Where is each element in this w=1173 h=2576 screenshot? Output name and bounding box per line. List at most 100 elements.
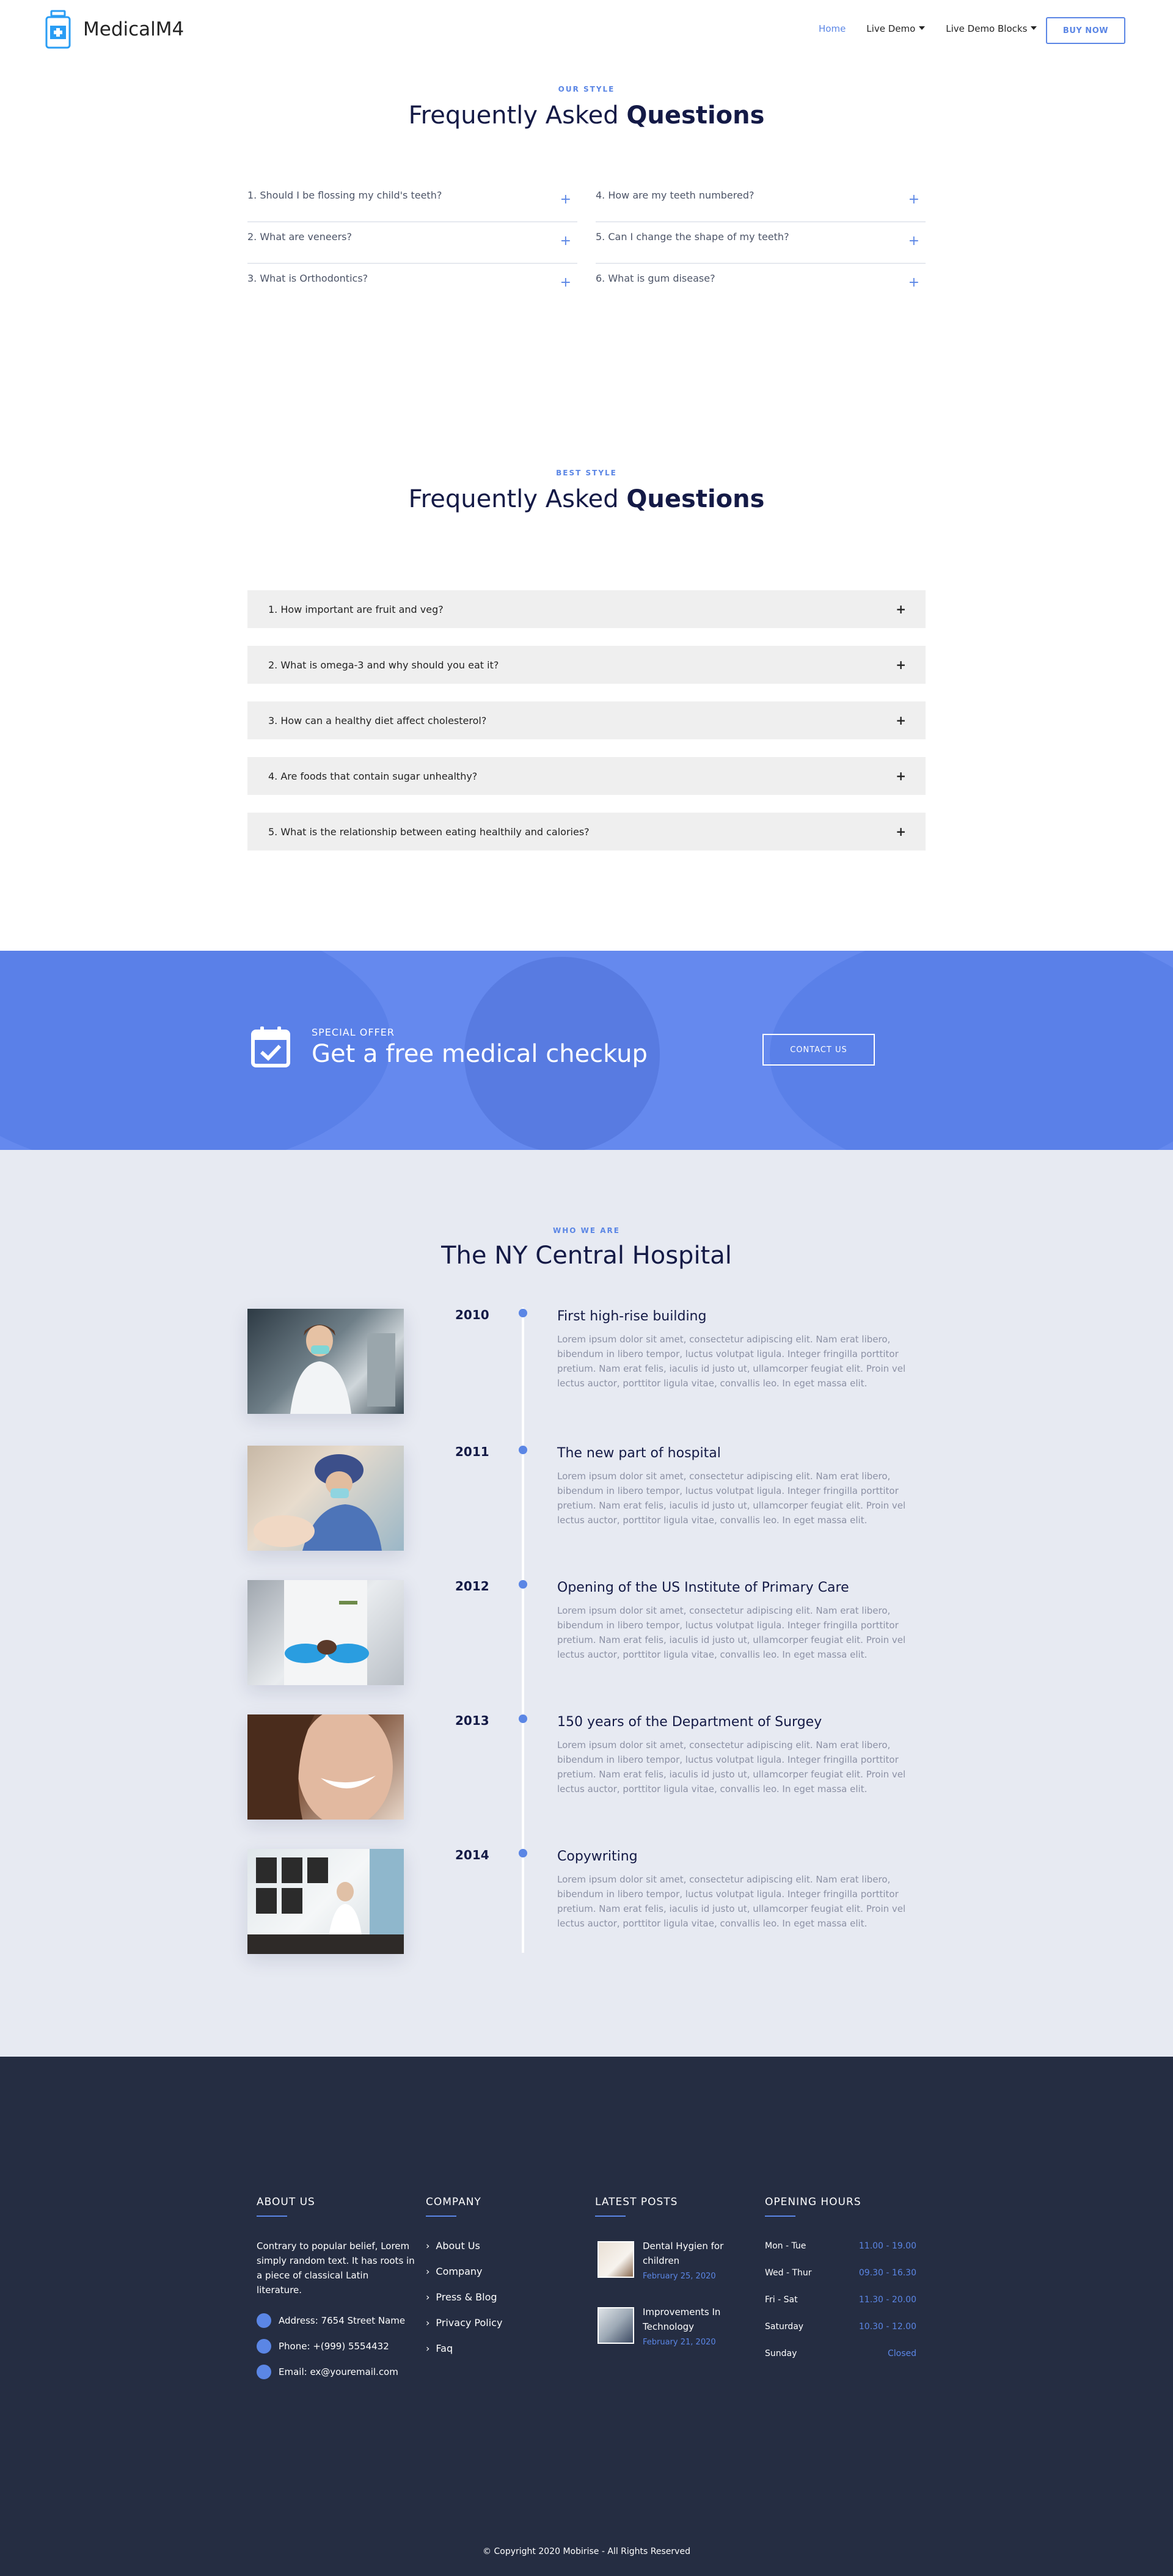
timeline-heading: Opening of the US Institute of Primary C… (557, 1580, 849, 1595)
plus-icon[interactable]: + (896, 657, 906, 672)
faq2-title-bold: Questions (626, 485, 765, 513)
faq1-right-column: 4. How are my teeth numbered? + 5. Can I … (596, 181, 926, 306)
accordion-question: 1. How important are fruit and veg? (268, 603, 444, 615)
smiling-woman-photo (247, 1714, 393, 1820)
timeline-year: 2013 (455, 1713, 489, 1728)
heading-underline (765, 2216, 795, 2217)
footer-email[interactable]: Email: ex@youremail.com (279, 2365, 398, 2379)
accordion-item[interactable]: 3. How can a healthy diet affect cholest… (247, 701, 926, 739)
hospital-title: The NY Central Hospital (441, 1242, 732, 1270)
footer-hours-heading: OPENING HOURS (765, 2196, 861, 2208)
timeline-year: 2014 (455, 1848, 489, 1862)
post-thumbnail[interactable] (597, 2241, 634, 2278)
plus-icon[interactable]: + (560, 233, 571, 249)
faq-question: 1. Should I be flossing my child's teeth… (247, 189, 442, 201)
brand-name[interactable]: MedicalM4 (83, 18, 184, 40)
plus-icon[interactable]: + (896, 769, 906, 783)
header: MedicalM4 Home Live Demo Live Demo Block… (0, 0, 1173, 61)
timeline-text: Lorem ipsum dolor sit amet, consectetur … (557, 1334, 906, 1389)
hours-time: 11.00 - 19.00 (858, 2241, 916, 2251)
medicine-bottle-logo-icon[interactable] (43, 10, 73, 50)
buy-now-button[interactable]: BUY NOW (1046, 17, 1125, 44)
hours-time: Closed (887, 2349, 916, 2358)
doctor-office-photo (247, 1849, 404, 1954)
timeline-dot (519, 1714, 527, 1723)
footer-company-heading: COMPANY (426, 2196, 481, 2208)
timeline-text: Lorem ipsum dolor sit amet, consectetur … (557, 1605, 906, 1660)
main-nav: Home Live Demo Live Demo Blocks (819, 23, 1037, 34)
faq-question: 6. What is gum disease? (596, 273, 715, 284)
faq-item[interactable]: 5. Can I change the shape of my teeth? + (596, 222, 926, 264)
footer-link-faq[interactable]: Faq (426, 2343, 453, 2354)
timeline-dot (519, 1309, 527, 1317)
faq-item[interactable]: 2. What are veneers? + (247, 222, 577, 264)
hours-day: Saturday (765, 2322, 804, 2332)
footer-address: Address: 7654 Street Name (279, 2315, 406, 2326)
footer-about-heading: ABOUT US (257, 2196, 315, 2208)
plus-icon[interactable]: + (908, 233, 919, 249)
timeline-text: Lorem ipsum dolor sit amet, consectetur … (557, 1740, 906, 1795)
timeline-year: 2010 (455, 1308, 489, 1322)
faq-item[interactable]: 3. What is Orthodontics? + (247, 264, 577, 306)
contact-us-button[interactable]: CONTACT US (762, 1034, 875, 1066)
footer-link-company[interactable]: Company (426, 2266, 482, 2277)
post-thumbnail[interactable] (597, 2307, 634, 2344)
footer-phone[interactable]: Phone: +(999) 5554432 (279, 2339, 389, 2354)
timeline-dot (519, 1446, 527, 1454)
accordion-item[interactable]: 5. What is the relationship between eati… (247, 813, 926, 851)
doctor-lab-photo (290, 1325, 395, 1414)
offer-title: Get a free medical checkup (312, 1040, 648, 1068)
heading-underline (257, 2216, 287, 2217)
faq-item[interactable]: 1. Should I be flossing my child's teeth… (247, 181, 577, 222)
faq1-title-regular: Frequently Asked (408, 101, 627, 130)
timeline-image (247, 1714, 404, 1820)
plus-icon[interactable]: + (908, 275, 919, 290)
hours-day: Sunday (765, 2349, 797, 2358)
faq-item[interactable]: 6. What is gum disease? + (596, 264, 926, 306)
faq2-title-regular: Frequently Asked (408, 485, 627, 513)
nav-home[interactable]: Home (819, 23, 846, 34)
location-icon (257, 2313, 271, 2328)
accordion-item[interactable]: 2. What is omega-3 and why should you ea… (247, 646, 926, 684)
nav-live-demo[interactable]: Live Demo (866, 23, 925, 34)
hours-time: 09.30 - 16.30 (858, 2268, 916, 2278)
timeline-heading: The new part of hospital (557, 1446, 721, 1461)
hours-time: 10.30 - 12.00 (858, 2322, 916, 2332)
faq1-left-column: 1. Should I be flossing my child's teeth… (247, 181, 577, 306)
plus-icon[interactable]: + (560, 192, 571, 207)
faq1-title: Frequently Asked Questions (0, 101, 1173, 130)
footer (0, 2057, 1173, 2576)
plus-icon[interactable]: + (896, 713, 906, 728)
timeline-heading: First high-rise building (557, 1309, 707, 1324)
faq2-eyebrow: BEST STYLE (556, 469, 617, 477)
timeline-image (247, 1580, 404, 1685)
hours-day: Mon - Tue (765, 2241, 806, 2251)
hours-day: Fri - Sat (765, 2295, 798, 2305)
plus-icon[interactable]: + (560, 275, 571, 290)
post-title[interactable]: Dental Hygien for children (643, 2239, 734, 2268)
accordion-item[interactable]: 4. Are foods that contain sugar unhealth… (247, 757, 926, 795)
faq-question: 3. What is Orthodontics? (247, 273, 368, 284)
plus-icon[interactable]: + (896, 602, 906, 617)
timeline-text: Lorem ipsum dolor sit amet, consectetur … (557, 1874, 906, 1929)
footer-link-privacy-policy[interactable]: Privacy Policy (426, 2317, 502, 2329)
faq-item[interactable]: 4. How are my teeth numbered? + (596, 181, 926, 222)
hands-gloves-photo (284, 1580, 369, 1685)
timeline-heading: Copywriting (557, 1849, 638, 1864)
copyright-brand-link[interactable]: Mobirise (563, 2547, 599, 2556)
footer-link-press-blog[interactable]: Press & Blog (426, 2291, 497, 2303)
faq1-title-bold: Questions (626, 101, 765, 130)
offer-eyebrow: SPECIAL OFFER (312, 1026, 395, 1038)
faq2-title: Frequently Asked Questions (0, 485, 1173, 513)
post-title[interactable]: Improvements In Technology (643, 2305, 734, 2334)
accordion-item[interactable]: 1. How important are fruit and veg? + (247, 590, 926, 628)
heading-underline (426, 2216, 456, 2217)
plus-icon[interactable]: + (896, 824, 906, 839)
nav-live-demo-blocks[interactable]: Live Demo Blocks (946, 23, 1037, 34)
footer-link-about-us[interactable]: About Us (426, 2240, 480, 2252)
plus-icon[interactable]: + (908, 192, 919, 207)
timeline-text: Lorem ipsum dolor sit amet, consectetur … (557, 1471, 906, 1526)
dental-treatment-photo (254, 1454, 382, 1551)
heading-underline (595, 2216, 626, 2217)
footer-posts-heading: LATEST POSTS (595, 2196, 678, 2208)
